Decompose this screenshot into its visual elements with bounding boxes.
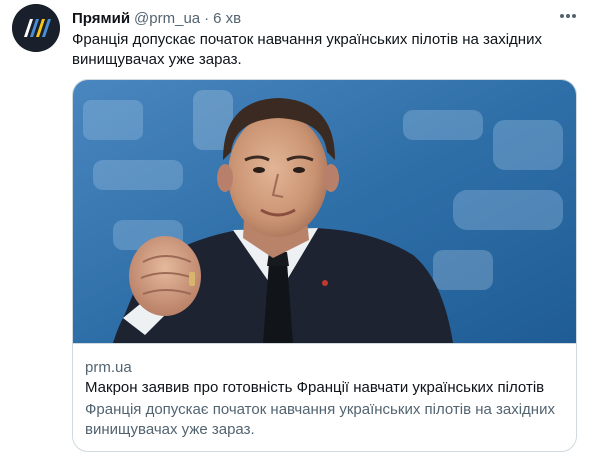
card-description: Франція допускає початок навчання україн… (85, 401, 555, 438)
card-domain[interactable]: prm.ua (85, 358, 132, 378)
card-photo (73, 80, 576, 343)
more-horizontal-icon (560, 14, 576, 18)
separator-dot: · (204, 9, 210, 27)
tweet[interactable]: Прямий @prm_ua · 6 хв Франція допускає п… (0, 0, 592, 452)
tweet-text: Франція допускає початок навчання україн… (72, 31, 542, 68)
author-display-name[interactable]: Прямий (72, 10, 130, 27)
card-title[interactable]: Макрон заявив про готовність Франції нав… (85, 378, 544, 398)
tweet-timestamp[interactable]: 6 хв (213, 10, 241, 27)
avatar[interactable] (12, 4, 60, 52)
prm-logo-icon (12, 4, 60, 52)
author-handle[interactable]: @prm_ua (134, 10, 200, 27)
tweet-header: Прямий @prm_ua · 6 хв (72, 8, 241, 28)
card-image[interactable] (73, 80, 576, 343)
more-button[interactable] (556, 6, 580, 26)
link-card[interactable]: prm.ua Макрон заявив про готовність Фран… (72, 79, 577, 452)
card-divider (73, 343, 576, 344)
